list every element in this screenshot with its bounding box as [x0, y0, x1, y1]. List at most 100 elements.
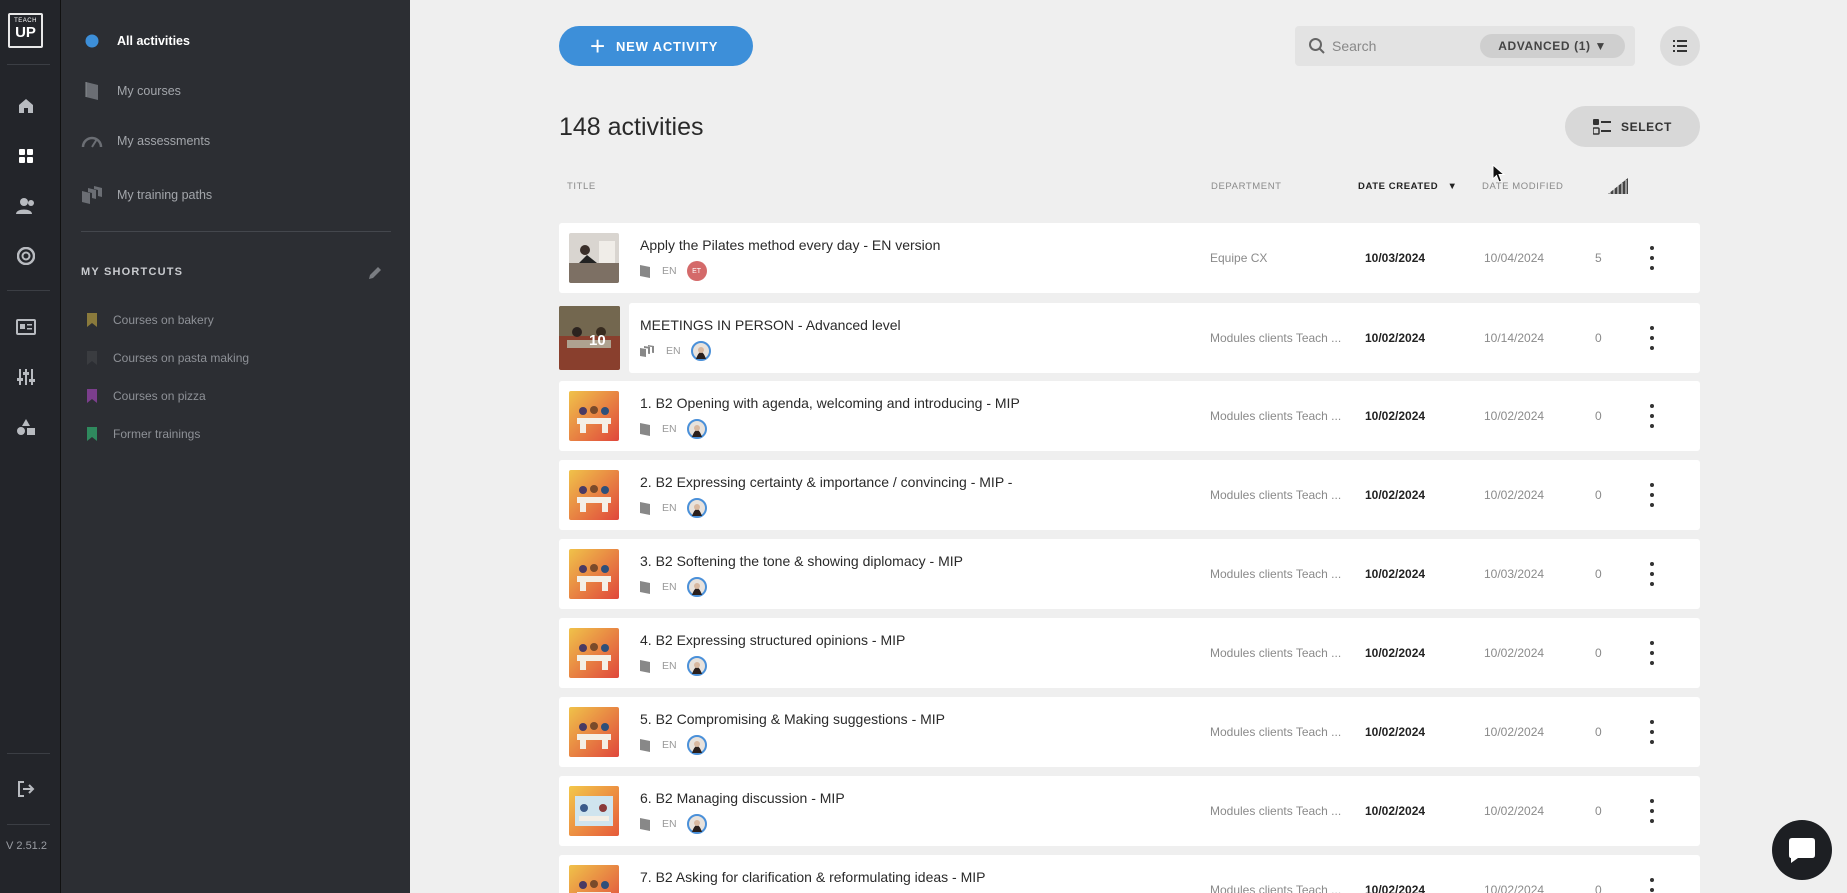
activity-title[interactable]: 2. B2 Expressing certainty & importance … [640, 474, 1012, 490]
more-options-icon[interactable] [1645, 483, 1659, 507]
author-avatar [686, 577, 707, 597]
users-icon[interactable] [14, 194, 38, 218]
activity-row[interactable]: 2. B2 Expressing certainty & importance … [559, 460, 1700, 530]
dashboard-icon[interactable] [14, 144, 38, 168]
activity-thumbnail[interactable] [569, 549, 619, 599]
version-label: V 2.51.2 [6, 840, 47, 852]
nav-item-label: My assessments [117, 134, 211, 148]
support-icon[interactable] [14, 244, 38, 268]
id-card-icon[interactable] [14, 315, 38, 339]
activity-title[interactable]: 3. B2 Softening the tone & showing diplo… [640, 553, 963, 569]
advanced-filter-button[interactable]: ADVANCED (1) ▼ [1480, 34, 1625, 58]
select-button[interactable]: SELECT [1565, 106, 1700, 147]
more-options-icon[interactable] [1645, 799, 1659, 823]
home-icon[interactable] [14, 94, 38, 118]
activity-department: Equipe CX [1210, 251, 1268, 265]
shortcut-item[interactable]: Courses on bakery [87, 310, 214, 330]
activity-thumbnail[interactable] [569, 470, 619, 520]
activity-title[interactable]: MEETINGS IN PERSON - Advanced level [640, 317, 901, 333]
logo-main-text: UP [15, 24, 36, 41]
activity-row[interactable]: 6. B2 Managing discussion - MIP EN Modules… [559, 776, 1700, 846]
activity-title[interactable]: 7. B2 Asking for clarification & reformu… [640, 869, 985, 885]
more-options-icon[interactable] [1645, 878, 1659, 893]
shortcut-item[interactable]: Courses on pizza [87, 386, 206, 406]
column-header-department[interactable]: DEPARTMENT [1211, 181, 1282, 192]
nav-item-my-courses[interactable]: My courses [81, 78, 181, 104]
shortcut-label: Former trainings [113, 427, 201, 441]
nav-item-my-assessments[interactable]: My assessments [81, 128, 210, 154]
activity-thumbnail[interactable] [569, 233, 619, 283]
more-options-icon[interactable] [1645, 326, 1659, 350]
nav-item-label: All activities [117, 34, 190, 48]
search-bar: ADVANCED (1) ▼ [1295, 26, 1635, 66]
activity-thumbnail[interactable] [569, 786, 619, 836]
activity-title[interactable]: 4. B2 Expressing structured opinions - M… [640, 632, 905, 648]
training-path-icon [640, 345, 654, 357]
activity-date-created: 10/02/2024 [1365, 646, 1426, 660]
shapes-icon[interactable] [14, 415, 38, 439]
item-count-badge: 10 [589, 332, 606, 349]
language-tag: EN [662, 581, 677, 593]
activity-thumbnail[interactable]: 10 [559, 306, 620, 370]
edit-shortcuts-icon[interactable] [367, 265, 383, 281]
plus-icon: + [590, 31, 606, 61]
more-options-icon[interactable] [1645, 562, 1659, 586]
search-icon [1309, 38, 1325, 54]
activity-date-modified: 10/02/2024 [1484, 804, 1545, 818]
more-options-icon[interactable] [1645, 720, 1659, 744]
shortcut-label: Courses on bakery [113, 313, 214, 327]
activity-stat-count: 0 [1595, 331, 1602, 345]
bookmark-icon [87, 351, 97, 365]
course-book-icon [640, 817, 650, 831]
activity-title[interactable]: 5. B2 Compromising & Making suggestions … [640, 711, 945, 727]
activity-row[interactable]: 3. B2 Softening the tone & showing diplo… [559, 539, 1700, 609]
icon-rail: TEACH UP V 2.51.2 [0, 0, 61, 893]
column-header-title[interactable]: TITLE [567, 181, 596, 192]
course-book-icon [640, 659, 650, 673]
activity-title[interactable]: 6. B2 Managing discussion - MIP [640, 790, 845, 806]
author-avatar [686, 656, 707, 676]
activity-meta: EN [640, 419, 707, 439]
search-input[interactable] [1332, 38, 1472, 54]
activity-stat-count: 0 [1595, 567, 1602, 581]
column-header-stats[interactable] [1608, 178, 1628, 197]
activity-row[interactable]: 5. B2 Compromising & Making suggestions … [559, 697, 1700, 767]
mouse-cursor-icon [1492, 164, 1506, 183]
activity-department: Modules clients Teach ... [1210, 567, 1342, 581]
teachup-logo[interactable]: TEACH UP [8, 13, 43, 48]
column-header-date-created[interactable]: DATE CREATED ▼ [1358, 181, 1457, 192]
activity-thumbnail[interactable] [569, 391, 619, 441]
activity-row[interactable]: 4. B2 Expressing structured opinions - M… [559, 618, 1700, 688]
new-activity-button[interactable]: + NEW ACTIVITY [559, 26, 753, 66]
activity-stat-count: 0 [1595, 804, 1602, 818]
activity-department: Modules clients Teach ... [1210, 409, 1342, 423]
nav-item-my-training-paths[interactable]: My training paths [81, 182, 212, 208]
chat-button[interactable] [1772, 820, 1832, 880]
activity-meta: EN [640, 341, 711, 361]
activity-title[interactable]: 1. B2 Opening with agenda, welcoming and… [640, 395, 1020, 411]
course-book-icon [640, 738, 650, 752]
activity-thumbnail[interactable] [569, 628, 619, 678]
more-options-icon[interactable] [1645, 641, 1659, 665]
more-options-icon[interactable] [1645, 246, 1659, 270]
sliders-icon[interactable] [14, 365, 38, 389]
activity-stat-count: 0 [1595, 883, 1602, 893]
activity-date-modified: 10/02/2024 [1484, 488, 1545, 502]
list-view-button[interactable] [1660, 26, 1700, 66]
shortcut-item[interactable]: Former trainings [87, 424, 200, 444]
activity-row[interactable]: 7. B2 Asking for clarification & reformu… [559, 855, 1700, 893]
activity-row[interactable]: 1. B2 Opening with agenda, welcoming and… [559, 381, 1700, 451]
more-options-icon[interactable] [1645, 404, 1659, 428]
activity-department: Modules clients Teach ... [1210, 804, 1342, 818]
activity-title[interactable]: Apply the Pilates method every day - EN … [640, 237, 940, 253]
activity-row[interactable]: 10 MEETINGS IN PERSON - Advanced level EN M… [559, 303, 1700, 373]
activity-thumbnail[interactable] [569, 865, 619, 893]
activity-row[interactable]: Apply the Pilates method every day - EN … [559, 223, 1700, 293]
logout-icon[interactable] [14, 777, 38, 801]
activity-thumbnail[interactable] [569, 707, 619, 757]
shortcut-item[interactable]: Courses on pasta making [87, 348, 249, 368]
nav-item-label: My courses [117, 84, 181, 98]
activity-meta: EN ET [640, 261, 707, 281]
activity-stat-count: 0 [1595, 409, 1602, 423]
nav-item-all-activities[interactable]: All activities [81, 28, 190, 54]
